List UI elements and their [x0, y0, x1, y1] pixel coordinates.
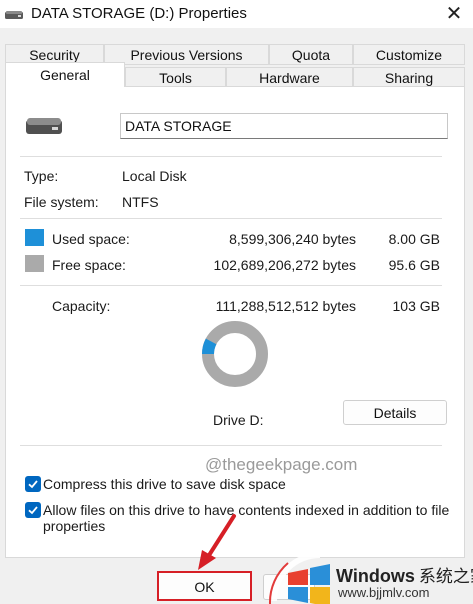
usage-donut-chart: [202, 321, 268, 387]
free-space-bytes: 102,689,206,272 bytes: [213, 257, 356, 273]
index-checkbox[interactable]: [25, 502, 41, 518]
capacity-label: Capacity:: [52, 298, 111, 314]
drive-caption: Drive D:: [213, 412, 264, 428]
compress-label: Compress this drive to save disk space: [43, 476, 286, 492]
free-space-swatch: [25, 255, 44, 272]
file-system-value: NTFS: [122, 194, 159, 210]
free-space-label: Free space:: [52, 257, 126, 273]
separator: [20, 285, 442, 286]
checkmark-icon: [28, 480, 38, 489]
capacity-size: 103 GB: [392, 298, 440, 314]
tab-previous-versions[interactable]: Previous Versions: [104, 44, 269, 65]
drive-icon: [5, 11, 23, 19]
window-title: DATA STORAGE (D:) Properties: [31, 5, 247, 22]
free-space-size: 95.6 GB: [388, 257, 440, 273]
used-space-swatch: [25, 229, 44, 246]
used-space-size: 8.00 GB: [388, 231, 440, 247]
watermark-url: www.bjjmlv.com: [338, 585, 430, 600]
separator: [20, 445, 442, 446]
compress-checkbox[interactable]: [25, 476, 41, 492]
tab-tools[interactable]: Tools: [125, 67, 226, 88]
type-value: Local Disk: [122, 168, 187, 184]
used-space-bytes: 8,599,306,240 bytes: [229, 231, 356, 247]
site-watermark: @thegeekpage.com: [205, 455, 358, 474]
windows-brand: Windows: [336, 566, 415, 586]
close-icon[interactable]: ✕: [441, 3, 467, 25]
index-label-line2: properties: [43, 518, 106, 534]
hard-drive-icon: [26, 118, 62, 134]
tab-customize[interactable]: Customize: [353, 44, 465, 65]
red-arrow-annotation: [198, 514, 236, 570]
title-bar: DATA STORAGE (D:) Properties ✕: [0, 0, 473, 28]
file-system-label: File system:: [24, 194, 99, 210]
tab-general[interactable]: General: [5, 62, 125, 87]
free-space-ring: [202, 321, 268, 387]
type-label: Type:: [24, 168, 59, 184]
separator: [20, 218, 442, 219]
tab-sharing[interactable]: Sharing: [353, 67, 465, 88]
drive-name-input[interactable]: [120, 113, 448, 139]
tab-hardware[interactable]: Hardware: [226, 67, 353, 88]
used-space-arc: [202, 338, 217, 355]
separator: [20, 156, 442, 157]
details-button[interactable]: Details: [343, 400, 447, 425]
capacity-bytes: 111,288,512,512 bytes: [215, 298, 356, 314]
windows-watermark-text: Windows系统之家: [336, 562, 473, 587]
checkmark-icon: [28, 506, 38, 515]
tab-quota[interactable]: Quota: [269, 44, 353, 65]
index-label-line1: Allow files on this drive to have conten…: [43, 502, 450, 518]
ok-button[interactable]: OK: [157, 571, 252, 601]
windows-brand-cn: 系统之家: [418, 567, 473, 586]
used-space-label: Used space:: [52, 231, 130, 247]
